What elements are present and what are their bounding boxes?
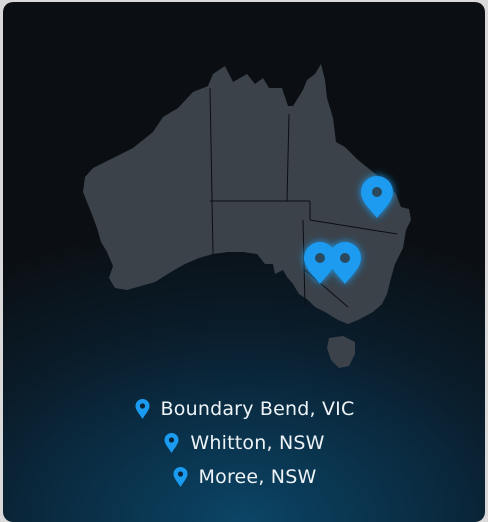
tasmania-landmass (327, 336, 355, 368)
location-list: Boundary Bend, VIC Whitton, NSW Moree, N… (3, 392, 485, 494)
locations-card: Boundary Bend, VIC Whitton, NSW Moree, N… (3, 2, 485, 522)
map-pin-icon (163, 432, 180, 454)
location-label: Boundary Bend, VIC (160, 398, 355, 420)
location-item-boundary-bend: Boundary Bend, VIC (3, 392, 485, 426)
location-item-moree: Moree, NSW (3, 460, 485, 494)
location-item-whitton: Whitton, NSW (3, 426, 485, 460)
map-pin-icon (134, 398, 151, 420)
australia-map (83, 64, 411, 368)
location-label: Whitton, NSW (190, 432, 325, 454)
map-pin-icon (172, 466, 189, 488)
location-label: Moree, NSW (198, 466, 317, 488)
